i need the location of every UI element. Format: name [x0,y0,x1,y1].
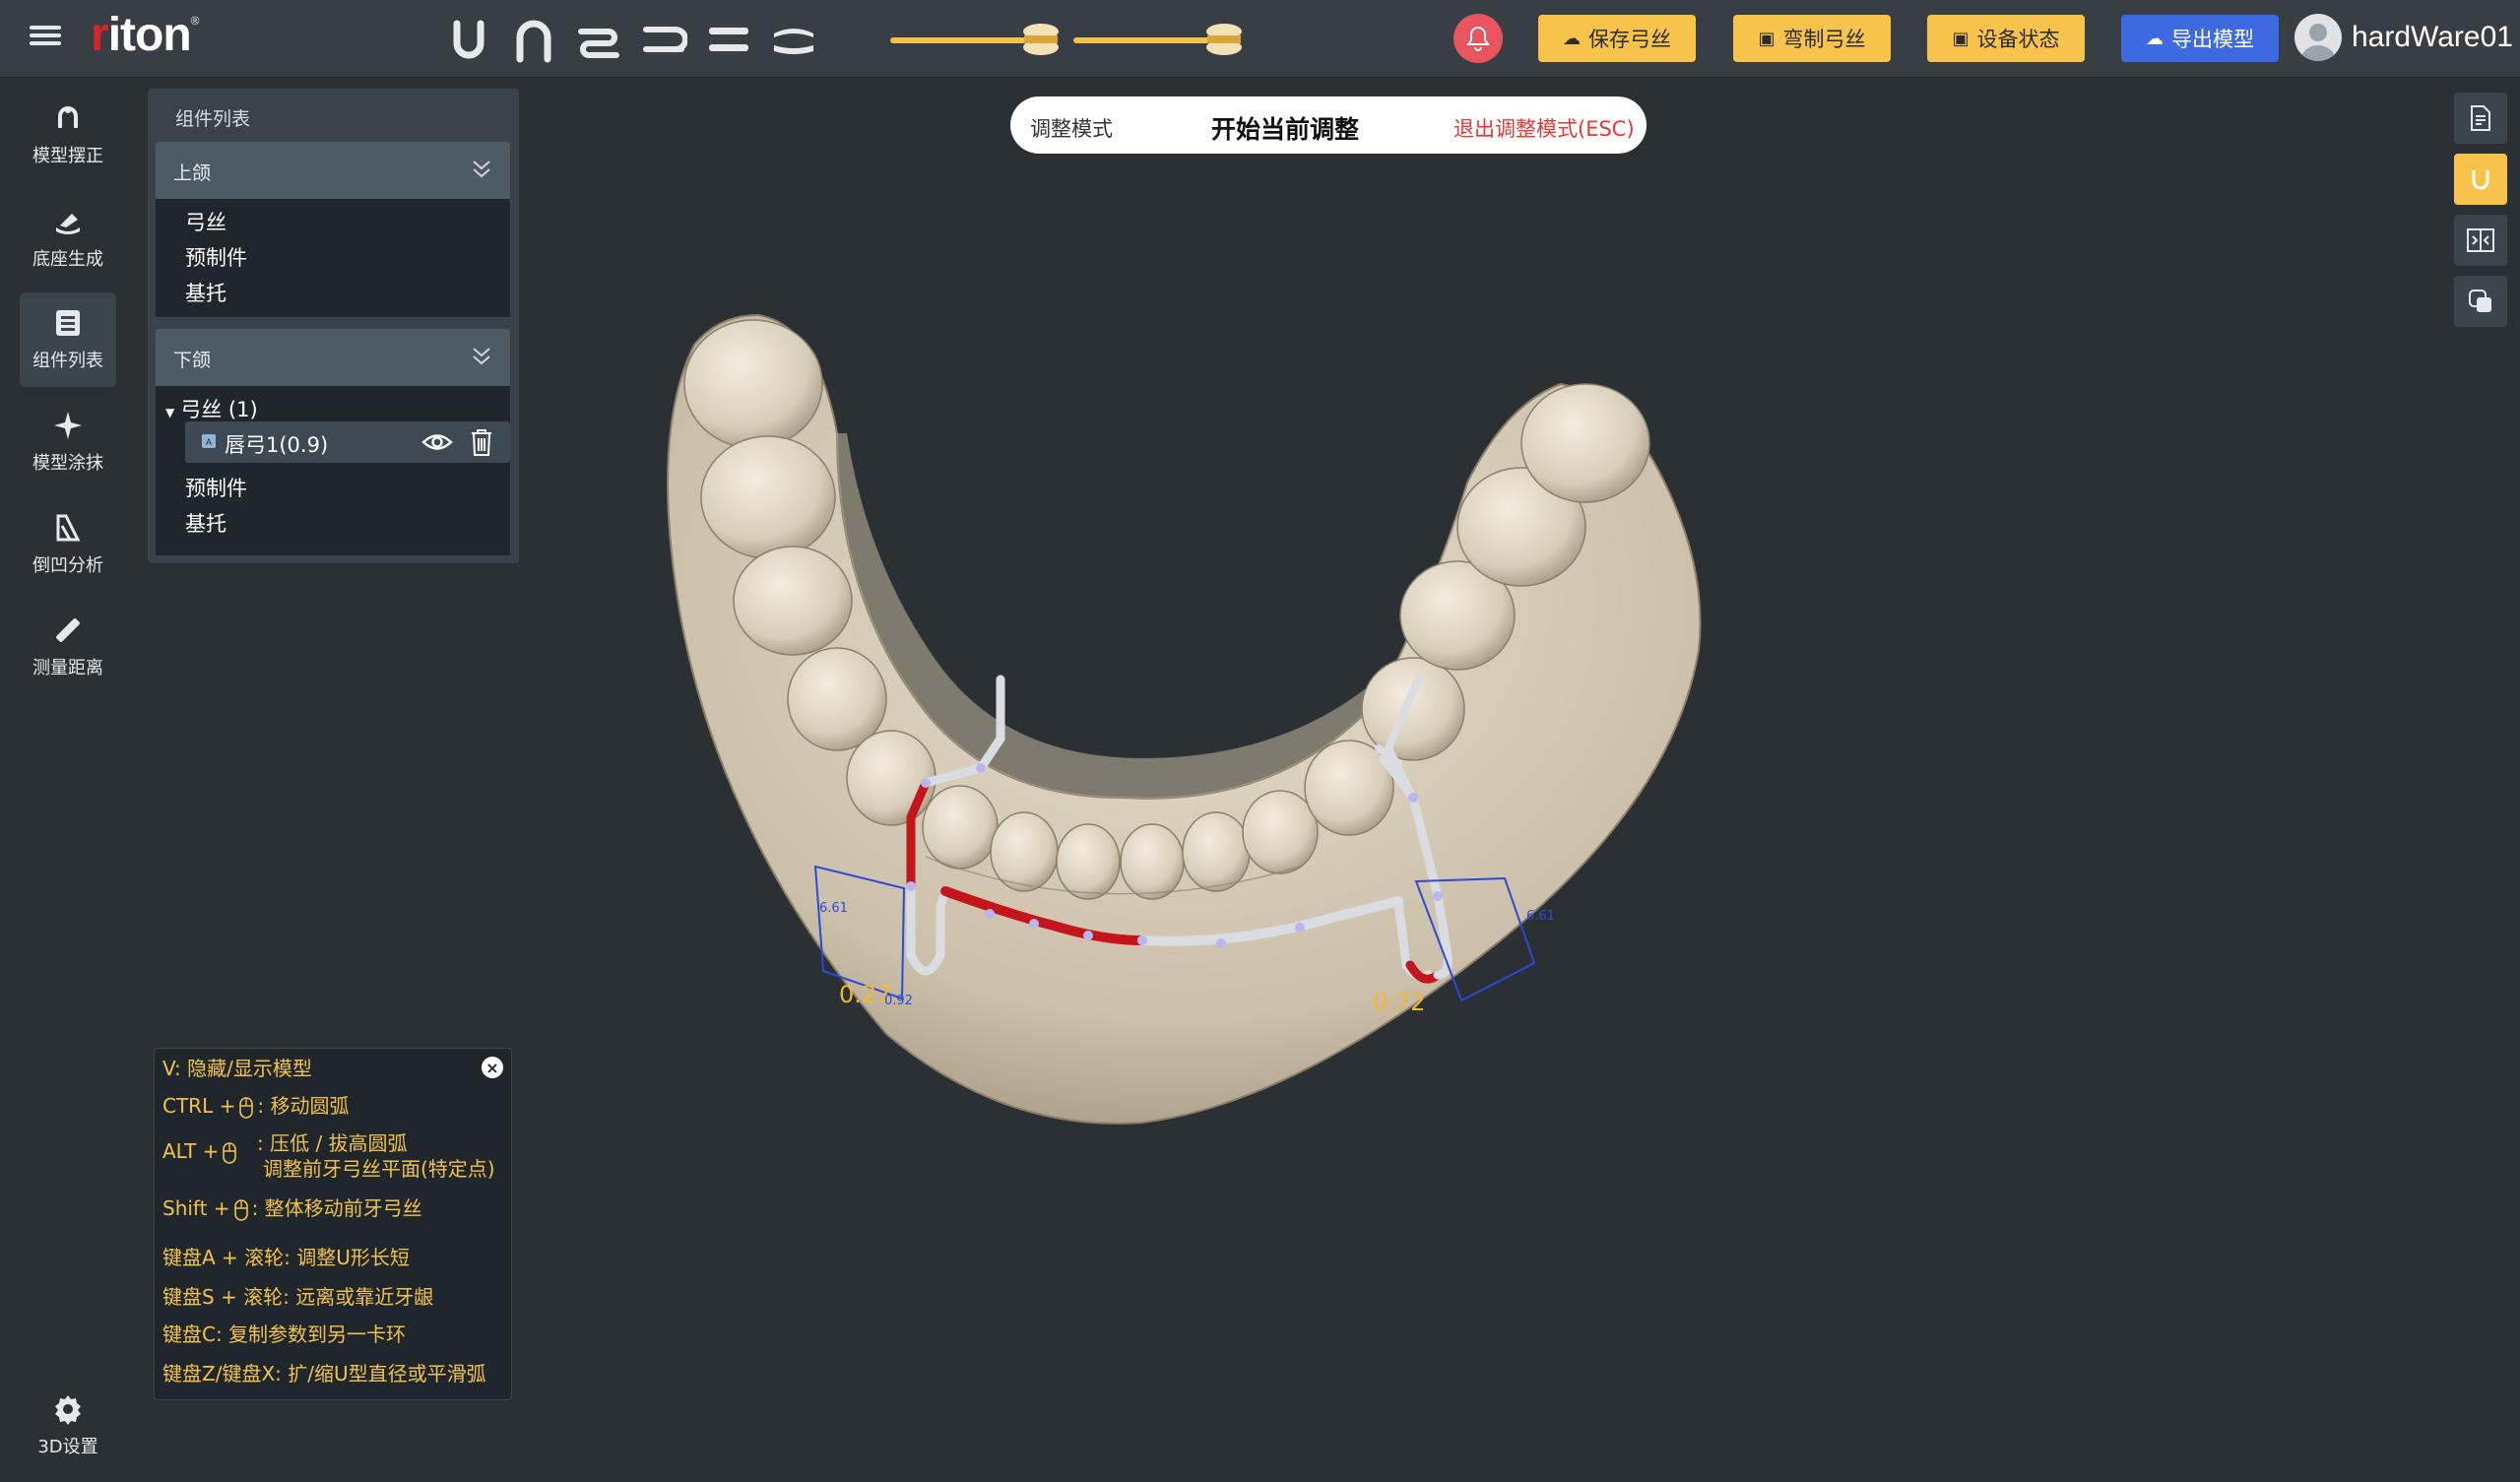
double-bar-icon[interactable] [705,16,752,63]
mouse-icon [239,1096,254,1119]
help-line-alt-desc1: : 压低 / 拔高圆弧 [257,1131,408,1155]
upper-item-wire[interactable]: 弓丝 [185,207,226,236]
upper-item-prefab[interactable]: 预制件 [185,242,247,272]
mouse-icon [223,1141,237,1164]
s-hook-icon[interactable] [575,16,622,63]
lower-item-prefab[interactable]: 预制件 [185,473,247,502]
cloud-upload-icon: ☁ [2146,28,2164,49]
lower-slider-thumb[interactable] [1203,22,1245,57]
clipboard-icon: ▣ [1758,28,1776,49]
component-list-panel: 组件列表 上颌 弓丝 预制件 基托 下颌 ▼ 弓丝 (1) A 唇弓1(0.9) … [148,89,519,563]
left-sidebar: 模型摆正 底座生成 组件列表 模型涂抹 倒凹分析 测量距离 3D设置 [0,78,138,1457]
right-dim-label: 6.61 [1526,909,1555,924]
undercut-analysis-icon [56,514,81,542]
chevron-double-down-icon [473,348,490,365]
panel-title: 组件列表 [175,108,251,130]
start-adjust-button[interactable]: 开始当前调整 [1211,110,1359,146]
export-model-button[interactable]: ☁ 导出模型 [2121,15,2279,62]
notification-bell-icon[interactable] [1454,14,1503,63]
trash-icon[interactable] [469,427,494,457]
component-list-icon [56,310,80,336]
right-value-label: 0.72 [1373,989,1425,1016]
lower-wire-group[interactable]: ▼ 弓丝 (1) [165,394,258,423]
help-line-alt: ALT + [162,1139,240,1164]
3d-settings-button[interactable]: 3D设置 [20,1393,116,1482]
overlay-tool[interactable] [2454,276,2507,327]
lower-item-base[interactable]: 基托 [185,508,226,538]
upper-slider-thumb[interactable] [1020,22,1062,57]
model-align-icon [58,106,78,128]
report-tool[interactable] [2454,93,2507,144]
mirror-icon [2467,228,2494,252]
upper-item-base[interactable]: 基托 [185,278,226,307]
measure-distance-icon [56,618,80,642]
app-logo: riton® [91,9,199,61]
eye-icon[interactable] [421,429,453,455]
bracket-bar-icon[interactable] [770,16,817,63]
arch-shape-icon[interactable] [510,16,557,63]
help-line-shift: Shift +: 整体移动前牙弓丝 [162,1196,422,1221]
u-shape-icon [2472,170,2489,190]
avatar [2294,14,2342,61]
adjust-mode-label: 调整模式 [1030,117,1113,141]
sidebar-item-model-align[interactable]: 模型摆正 [20,88,116,182]
help-line-alt-desc2: 调整前牙弓丝平面(特定点) [263,1157,495,1181]
chevron-double-down-icon [473,161,490,178]
dental-model-viewport[interactable]: 6.61 6.61 0.92 0.27 0.72 [591,286,1871,1172]
lower-jaw-header[interactable]: 下颌 [156,329,510,386]
svg-text:A: A [206,438,213,448]
bend-wire-button[interactable]: ▣ 弯制弓丝 [1733,15,1891,62]
close-icon[interactable]: × [482,1057,503,1078]
sidebar-item-component-list[interactable]: 组件列表 [20,292,116,387]
help-line-zx: 键盘Z/键盘X: 扩/缩U型直径或平滑弧 [162,1362,486,1385]
model-paint-icon [54,412,82,439]
gear-icon [55,1395,81,1425]
wire-file-icon: A [202,434,216,448]
lower-jaw-list: ▼ 弓丝 (1) A 唇弓1(0.9) 预制件 基托 [156,386,510,555]
help-line-v: V: 隐藏/显示模型 [162,1057,312,1080]
u-shape-icon[interactable] [445,16,492,63]
help-line-ctrl: CTRL +: 移动圆弧 [162,1094,350,1119]
overlay-icon [2469,290,2491,312]
adjust-mode-bar: 调整模式 开始当前调整 退出调整模式(ESC) [1010,97,1647,154]
caret-down-icon: ▼ [165,406,175,419]
lower-slider-track[interactable] [1073,37,1221,43]
loop-hook-icon[interactable] [640,16,687,63]
lower-wire-item[interactable]: A 唇弓1(0.9) [185,421,510,463]
wire-shape-tools [445,14,817,65]
clipboard-icon: ▣ [1952,28,1970,49]
sidebar-item-model-paint[interactable]: 模型涂抹 [20,395,116,489]
exit-adjust-button[interactable]: 退出调整模式(ESC) [1454,113,1635,143]
sidebar-item-measure-distance[interactable]: 测量距离 [20,600,116,694]
upper-slider-track[interactable] [890,37,1040,43]
upper-jaw-header[interactable]: 上颌 [156,142,510,199]
left-value-label: 0.27 [839,981,891,1008]
help-line-a: 键盘A + 滚轮: 调整U形长短 [162,1246,410,1269]
sidebar-item-base-generate[interactable]: 底座生成 [20,191,116,286]
sidebar-item-undercut-analysis[interactable]: 倒凹分析 [20,497,116,592]
device-status-button[interactable]: ▣ 设备状态 [1927,15,2085,62]
top-bar: riton® ☁ 保存弓丝 ▣ 弯制弓丝 ▣ 设备状态 ☁ 导出模型 hardWare0… [0,0,2520,78]
help-line-s: 键盘S + 滚轮: 远离或靠近牙龈 [162,1285,434,1309]
shortcut-help-panel: × V: 隐藏/显示模型 CTRL +: 移动圆弧 ALT + : 压低 / 拔… [154,1048,512,1400]
upper-jaw-list: 弓丝 预制件 基托 [156,199,510,317]
mirror-tool[interactable] [2454,215,2507,266]
base-generate-icon [56,214,80,234]
user-menu[interactable]: hardWare01 [2294,14,2513,61]
left-dim-label: 6.61 [819,901,848,916]
document-icon [2471,105,2490,131]
cloud-upload-icon: ☁ [1563,28,1581,49]
mouse-icon [233,1198,248,1221]
u-loop-tool[interactable] [2454,154,2507,205]
menu-icon[interactable] [30,22,61,51]
username: hardWare01 [2352,21,2513,53]
save-wire-button[interactable]: ☁ 保存弓丝 [1538,15,1696,62]
help-line-c: 键盘C: 复制参数到另一卡环 [162,1322,407,1346]
